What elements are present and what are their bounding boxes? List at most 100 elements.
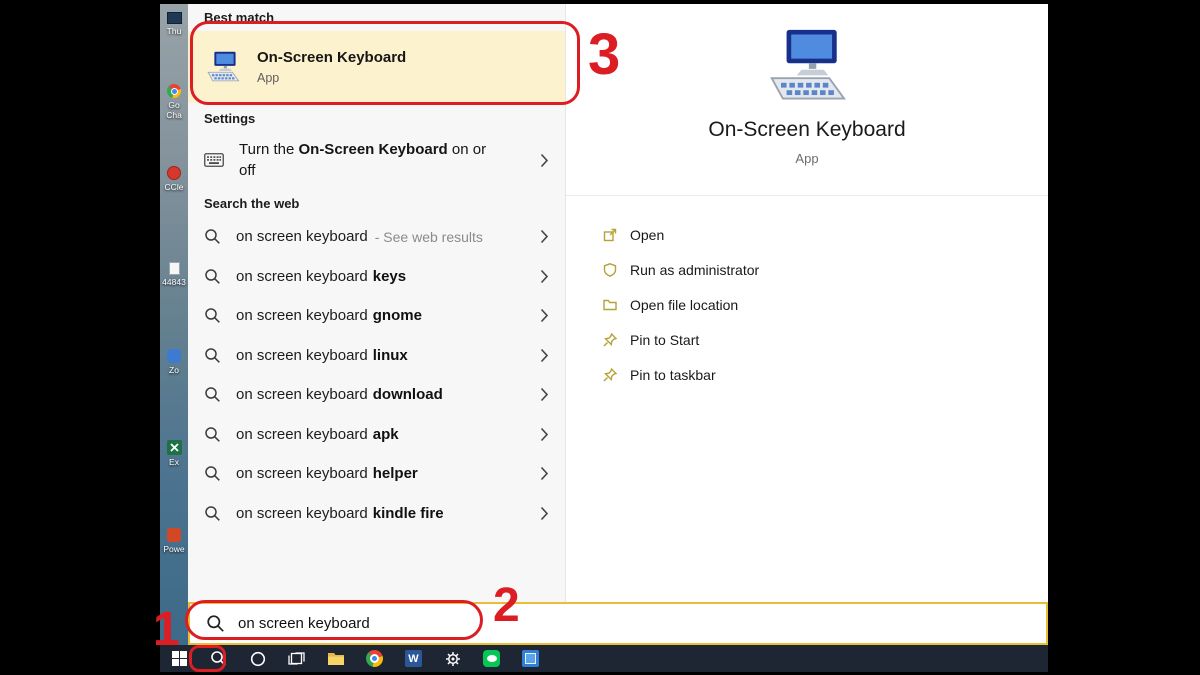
best-match-result[interactable]: On-Screen Keyboard App: [188, 31, 565, 103]
file-explorer-icon: [327, 651, 345, 666]
chrome-icon: [366, 650, 383, 667]
desktop-shortcut[interactable]: Zo: [160, 349, 188, 375]
chevron-right-icon[interactable]: [540, 153, 549, 168]
desktop-shortcut-label: Ex: [161, 457, 187, 467]
action-list: Open Run as administrator Open file loca…: [566, 196, 1048, 392]
desktop-shortcut-label: Powe: [161, 544, 187, 554]
desktop-shortcut-label: 44843: [161, 277, 187, 287]
action-pin-to-taskbar[interactable]: Pin to taskbar: [602, 357, 1048, 392]
action-open[interactable]: Open: [602, 217, 1048, 252]
desktop-shortcut[interactable]: 44843: [160, 262, 188, 287]
line-app-button[interactable]: [472, 645, 511, 672]
suggestion-text: on screen keyboard: [236, 228, 368, 245]
annotation-step-1: 1: [153, 606, 180, 654]
photos-icon: [522, 650, 539, 667]
web-suggestion[interactable]: on screen keyboardlinux: [188, 336, 565, 376]
annotation-step-2: 2: [493, 582, 520, 630]
taskbar: W: [160, 645, 1048, 672]
cortana-icon: [250, 651, 266, 667]
preview-header: On-Screen Keyboard App: [566, 4, 1048, 196]
powerpoint-icon: [167, 528, 181, 542]
app-tile-icon: [167, 349, 181, 363]
word-button[interactable]: W: [394, 645, 433, 672]
chevron-right-icon[interactable]: [540, 387, 549, 402]
chrome-button[interactable]: [355, 645, 394, 672]
ccleaner-icon: [167, 166, 181, 180]
suggestion-text: on screen keyboard: [236, 465, 368, 482]
task-view-icon: [288, 651, 305, 666]
suggestion-text: on screen keyboard: [236, 426, 368, 443]
desktop-shortcut-label: Go Cha: [161, 100, 187, 120]
chevron-right-icon[interactable]: [540, 229, 549, 244]
preview-app-title: On-Screen Keyboard: [708, 118, 905, 142]
desktop-shortcut[interactable]: Powe: [160, 528, 188, 554]
search-icon: [210, 650, 227, 667]
file-explorer-button[interactable]: [316, 645, 355, 672]
action-open-file-location[interactable]: Open file location: [602, 287, 1048, 322]
word-icon: W: [405, 650, 422, 667]
preview-pane: On-Screen Keyboard App Open Run as admin…: [565, 4, 1048, 602]
search-input[interactable]: on screen keyboard: [188, 602, 1048, 645]
chevron-right-icon[interactable]: [540, 308, 549, 323]
chevron-right-icon[interactable]: [540, 269, 549, 284]
screen: Thu Go Cha CCle 44843 Zo Ex Powe: [0, 0, 1200, 675]
taskbar-search-button[interactable]: [199, 645, 238, 672]
desktop-shortcut[interactable]: Ex: [160, 440, 188, 467]
line-icon: [483, 650, 500, 667]
search-the-web-header: Search the web: [188, 188, 565, 217]
start-search-flyout: Best match On-Screen Key: [188, 4, 1048, 645]
search-input-value: on screen keyboard: [238, 615, 370, 632]
pin-to-taskbar-icon: [602, 367, 618, 383]
photos-button[interactable]: [511, 645, 550, 672]
search-icon: [204, 347, 221, 364]
web-suggestion[interactable]: on screen keyboardhelper: [188, 454, 565, 494]
desktop-shortcut[interactable]: CCle: [160, 166, 188, 192]
settings-button[interactable]: [433, 645, 472, 672]
pin-to-start-icon: [602, 332, 618, 348]
search-icon: [204, 268, 221, 285]
chevron-right-icon[interactable]: [540, 466, 549, 481]
task-view-button[interactable]: [277, 645, 316, 672]
file-icon: [169, 262, 180, 275]
settings-result[interactable]: Turn the On-Screen Keyboard on or off: [188, 132, 565, 188]
desktop-shortcut-label: Zo: [161, 365, 187, 375]
web-suggestion[interactable]: on screen keyboardkindle fire: [188, 494, 565, 534]
chrome-icon: [167, 84, 181, 98]
action-pin-to-start[interactable]: Pin to Start: [602, 322, 1048, 357]
action-run-as-administrator[interactable]: Run as administrator: [602, 252, 1048, 287]
annotation-step-3: 3: [588, 26, 620, 84]
open-file-location-icon: [602, 297, 618, 313]
run-admin-icon: [602, 262, 618, 278]
settings-header: Settings: [188, 103, 565, 132]
search-icon: [206, 614, 225, 633]
cortana-button[interactable]: [238, 645, 277, 672]
best-match-header: Best match: [188, 4, 565, 31]
on-screen-keyboard-icon: [204, 51, 242, 84]
this-pc-icon: [167, 12, 182, 24]
search-icon: [204, 386, 221, 403]
search-icon: [204, 465, 221, 482]
desktop-shortcut-label: Thu: [161, 26, 187, 36]
desktop-shortcut[interactable]: Go Cha: [160, 84, 188, 120]
web-suggestion[interactable]: on screen keyboardkeys: [188, 257, 565, 297]
gear-icon: [445, 651, 461, 667]
search-icon: [204, 307, 221, 324]
keyboard-icon: [204, 153, 224, 167]
chevron-right-icon[interactable]: [540, 427, 549, 442]
search-results-column: Best match On-Screen Key: [188, 4, 565, 602]
excel-icon: [167, 440, 182, 455]
web-suggestion[interactable]: on screen keyboard- See web results: [188, 217, 565, 257]
best-match-app-type: App: [257, 71, 406, 85]
desktop-shortcut[interactable]: Thu: [160, 12, 188, 36]
preview-app-type: App: [795, 151, 818, 166]
web-suggestion[interactable]: on screen keyboarddownload: [188, 375, 565, 415]
chevron-right-icon[interactable]: [540, 348, 549, 363]
search-icon: [204, 426, 221, 443]
settings-result-label: Turn the On-Screen Keyboard on or off: [239, 139, 501, 181]
web-suggestion[interactable]: on screen keyboardapk: [188, 415, 565, 455]
search-icon: [204, 228, 221, 245]
open-icon: [602, 227, 618, 243]
chevron-right-icon[interactable]: [540, 506, 549, 521]
suggestion-text: on screen keyboard: [236, 307, 368, 324]
web-suggestion[interactable]: on screen keyboardgnome: [188, 296, 565, 336]
